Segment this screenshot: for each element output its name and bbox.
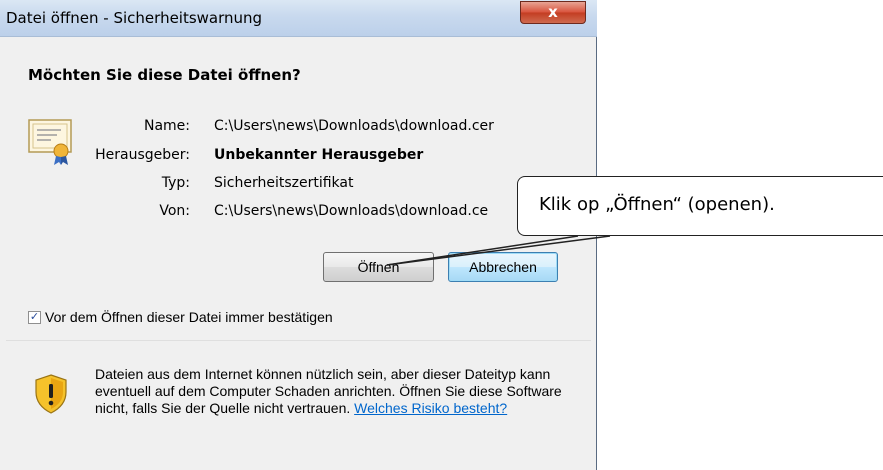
always-confirm-label[interactable]: Vor dem Öffnen dieser Datei immer bestät… <box>45 309 333 325</box>
risk-info-link[interactable]: Welches Risiko besteht? <box>354 400 507 416</box>
always-confirm-checkbox[interactable]: ✓ <box>28 311 41 324</box>
warning-text: Dateien aus dem Internet können nützlich… <box>95 366 565 417</box>
dialog-heading: Möchten Sie diese Datei öffnen? <box>28 66 301 84</box>
close-button[interactable]: x <box>520 1 586 24</box>
name-label: Name: <box>143 118 190 134</box>
name-value: C:\Users\news\Downloads\download.cer <box>214 118 494 134</box>
security-shield-icon <box>35 374 67 414</box>
certificate-icon <box>28 119 72 165</box>
type-value: Sicherheitszertifikat <box>214 175 354 191</box>
title-bar[interactable]: Datei öffnen - Sicherheitswarnung x <box>0 0 597 37</box>
type-label: Typ: <box>161 175 190 191</box>
from-label: Von: <box>159 203 190 219</box>
window-title: Datei öffnen - Sicherheitswarnung <box>6 9 263 27</box>
checkmark-icon: ✓ <box>29 311 40 323</box>
publisher-value: Unbekannter Herausgeber <box>214 147 424 163</box>
open-button[interactable]: Öffnen <box>323 252 434 282</box>
from-value: C:\Users\news\Downloads\download.ce <box>214 203 489 219</box>
close-icon: x <box>548 3 558 21</box>
callout-text: Klik op „Öffnen“ (openen). <box>539 194 775 215</box>
cancel-button[interactable]: Abbrechen <box>448 252 558 282</box>
publisher-label: Herausgeber: <box>95 147 190 163</box>
